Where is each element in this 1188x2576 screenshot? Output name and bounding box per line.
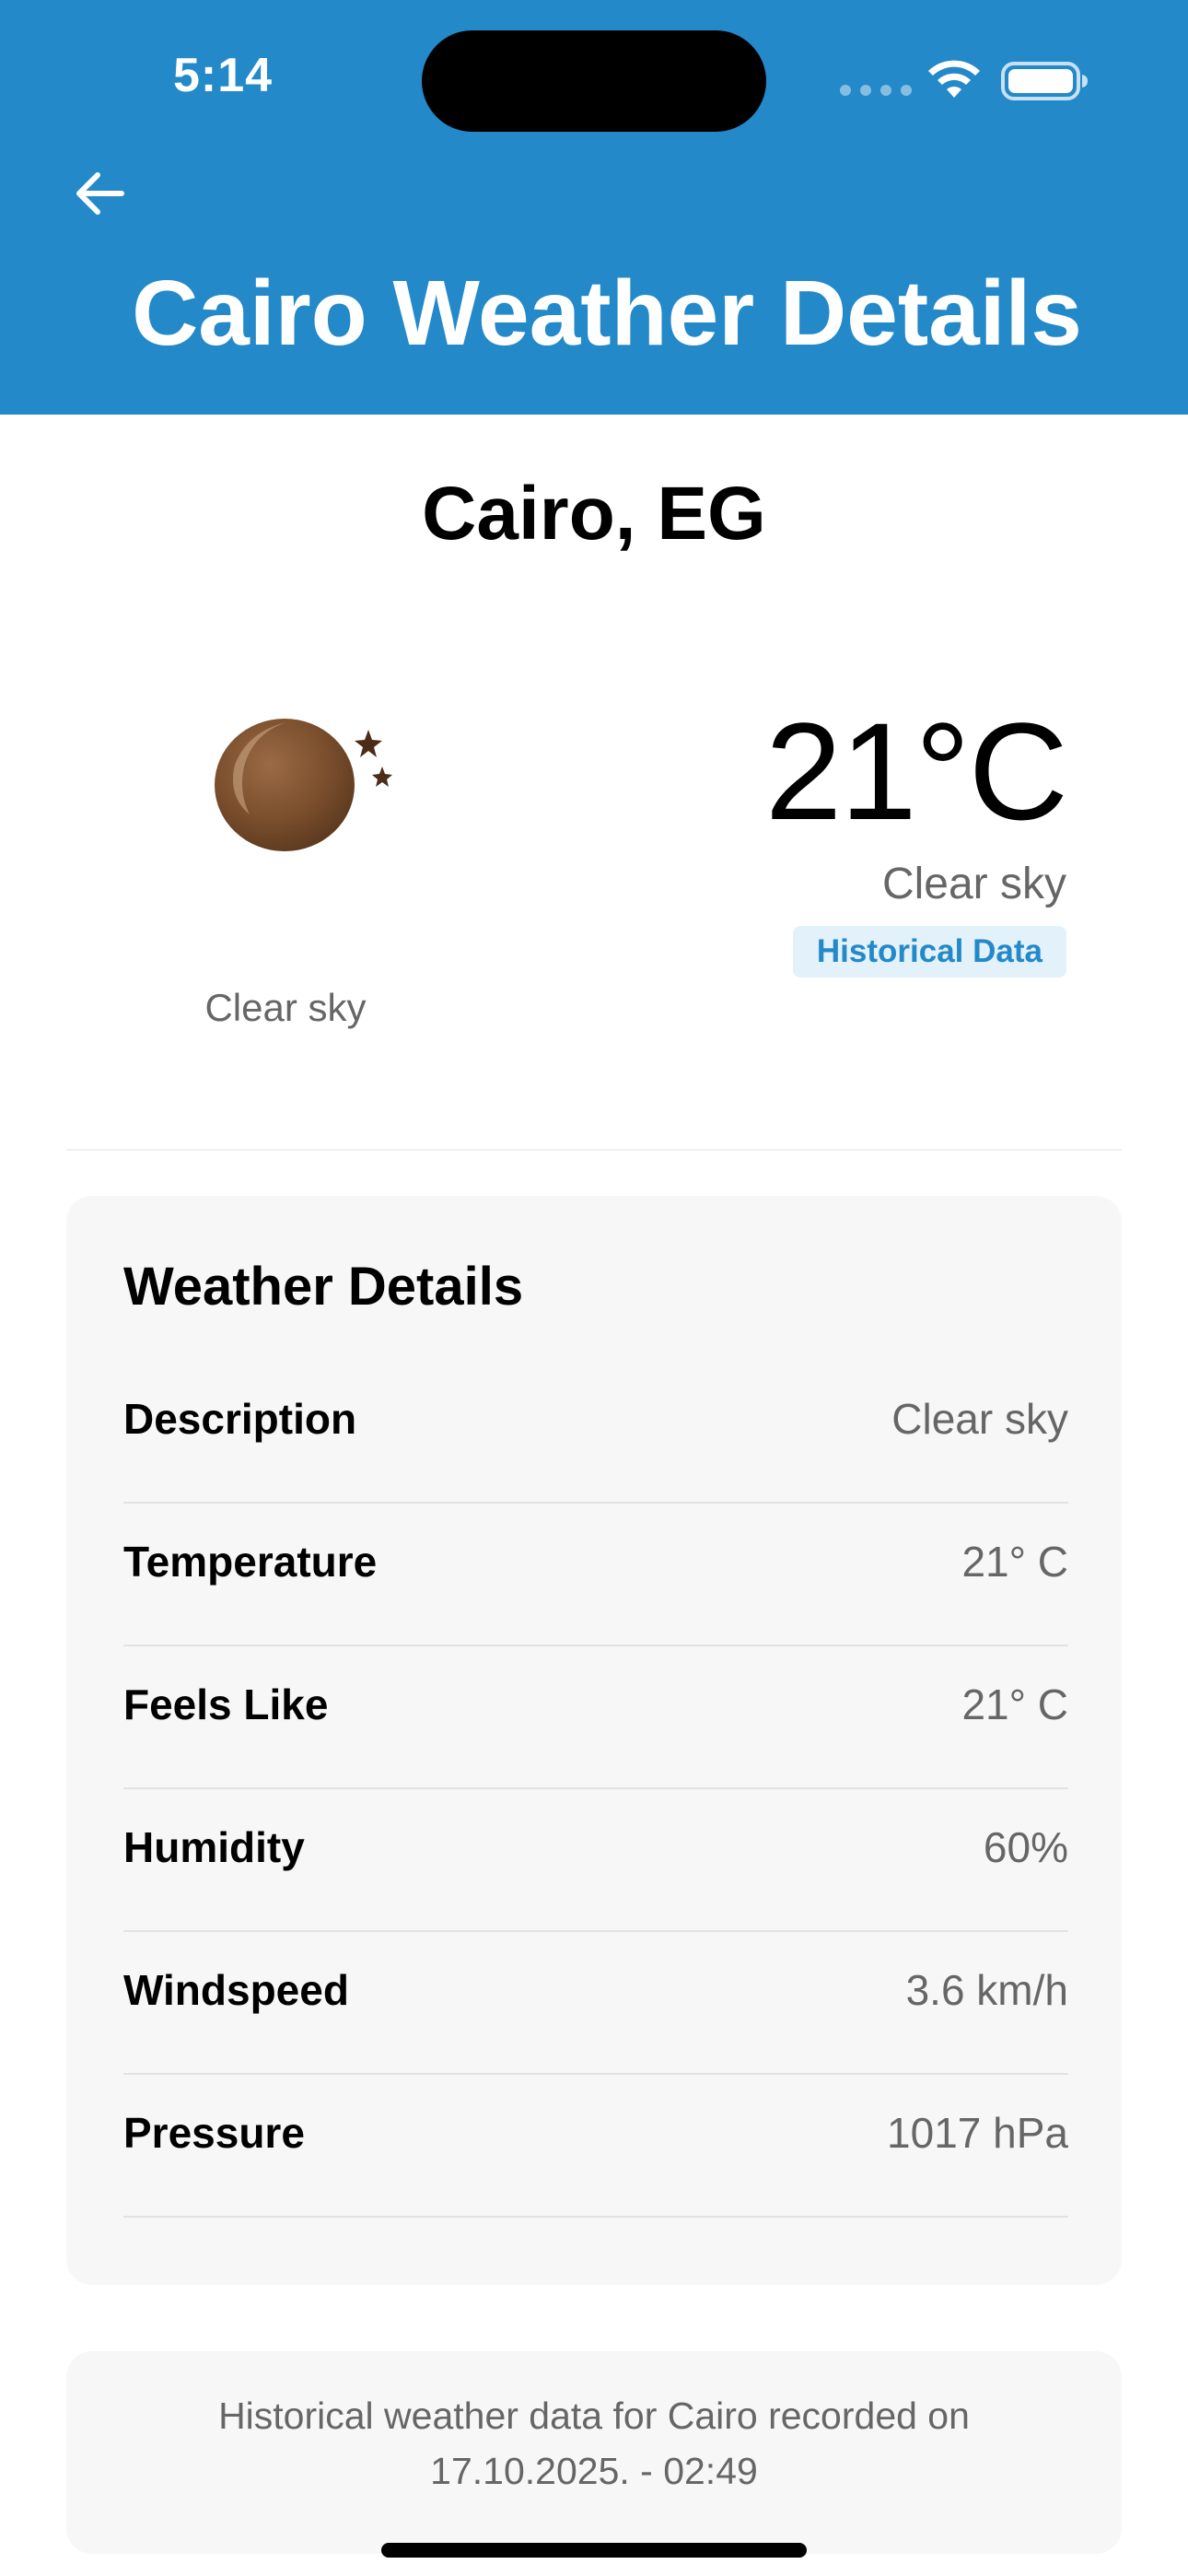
current-description: Clear sky bbox=[881, 860, 1066, 908]
home-indicator[interactable] bbox=[381, 2543, 807, 2558]
header-bar: 5:14 Cairo Weather Details bbox=[0, 0, 1188, 415]
detail-row-humidity: Humidity 60% bbox=[123, 1789, 1068, 1932]
wifi-icon bbox=[928, 60, 980, 98]
moon-stars-icon bbox=[215, 719, 392, 851]
status-time: 5:14 bbox=[173, 49, 274, 102]
dynamic-island bbox=[422, 30, 766, 132]
divider bbox=[66, 1149, 1122, 1151]
status-icons bbox=[840, 57, 1088, 103]
detail-label: Temperature bbox=[123, 1537, 378, 1586]
details-title: Weather Details bbox=[123, 1257, 524, 1317]
detail-row-pressure: Pressure 1017 hPa bbox=[123, 2075, 1068, 2218]
detail-label: Windspeed bbox=[123, 1965, 349, 2014]
detail-value: 3.6 km/h bbox=[905, 1965, 1068, 2014]
detail-row-windspeed: Windspeed 3.6 km/h bbox=[123, 1932, 1068, 2075]
city-name: Cairo, EG bbox=[422, 472, 766, 556]
battery-icon bbox=[1001, 62, 1088, 100]
detail-value: 60% bbox=[983, 1822, 1068, 1871]
back-button[interactable] bbox=[64, 158, 134, 228]
detail-row-feels-like: Feels Like 21° C bbox=[123, 1646, 1068, 1789]
detail-value: 21° C bbox=[961, 1537, 1068, 1586]
page-title: Cairo Weather Details bbox=[132, 262, 1082, 365]
icon-caption: Clear sky bbox=[204, 986, 367, 1029]
details-list: Description Clear sky Temperature 21° C … bbox=[123, 1362, 1068, 2218]
arrow-left-icon bbox=[76, 172, 124, 215]
historical-data-badge: Historical Data bbox=[792, 926, 1066, 978]
detail-value: 21° C bbox=[961, 1680, 1068, 1728]
current-temperature: 21°C bbox=[764, 694, 1068, 849]
historical-note-timestamp: 17.10.2025. - 02:49 bbox=[430, 2450, 758, 2492]
historical-note-text: Historical weather data for Cairo record… bbox=[218, 2395, 970, 2437]
detail-label: Feels Like bbox=[123, 1680, 329, 1728]
weather-details-card: Weather Details Description Clear sky Te… bbox=[66, 1196, 1122, 2285]
detail-row-temperature: Temperature 21° C bbox=[123, 1504, 1068, 1646]
detail-label: Pressure bbox=[123, 2108, 305, 2157]
detail-value: Clear sky bbox=[891, 1395, 1068, 1443]
cellular-signal-icon bbox=[840, 85, 912, 96]
historical-note: Historical weather data for Cairo record… bbox=[66, 2351, 1122, 2554]
detail-value: 1017 hPa bbox=[887, 2108, 1068, 2157]
detail-row-description: Description Clear sky bbox=[123, 1362, 1068, 1504]
detail-label: Description bbox=[123, 1395, 357, 1443]
detail-label: Humidity bbox=[123, 1822, 305, 1871]
